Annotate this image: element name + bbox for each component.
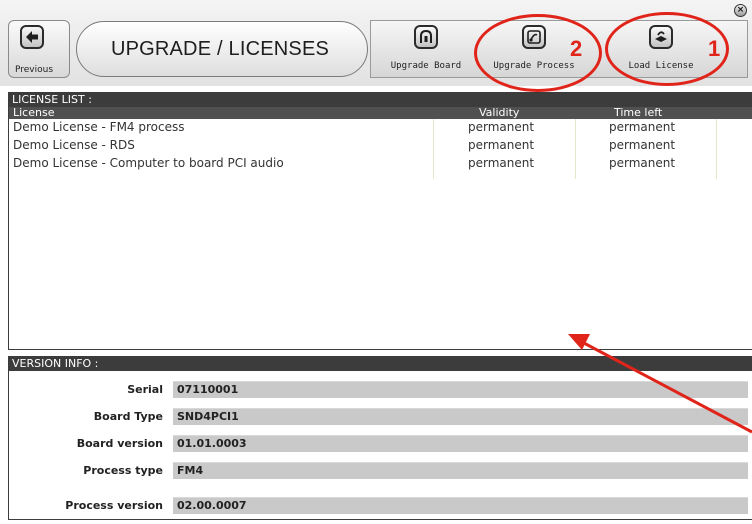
license-icon xyxy=(649,25,673,49)
license-list-header: LICENSE LIST : xyxy=(9,93,752,107)
serial-label: Serial xyxy=(127,383,163,396)
annotation-number-1: 1 xyxy=(708,36,721,61)
upgrade-board-label: Upgrade Board xyxy=(390,61,462,71)
load-license-label: Load License xyxy=(628,61,694,71)
process-type-label: Process type xyxy=(83,464,163,477)
load-license-button[interactable]: Load License xyxy=(611,21,711,77)
version-row-serial: Serial 07110001 xyxy=(9,381,752,399)
process-version-value: 02.00.0007 xyxy=(173,497,748,514)
column-time-left[interactable]: Time left xyxy=(614,106,662,119)
license-validity: permanent xyxy=(468,156,535,170)
process-type-value: FM4 xyxy=(173,462,748,479)
license-name: Demo License - Computer to board PCI aud… xyxy=(13,156,284,170)
license-time-left: permanent xyxy=(609,156,676,170)
process-icon xyxy=(522,25,546,49)
previous-button[interactable]: Previous xyxy=(8,20,70,78)
license-column-headers: License Validity Time left xyxy=(9,106,752,119)
arrow-left-icon xyxy=(20,25,44,49)
license-name: Demo License - FM4 process xyxy=(13,120,185,134)
license-name: Demo License - RDS xyxy=(13,138,135,152)
license-validity: permanent xyxy=(468,120,535,134)
board-version-value: 01.01.0003 xyxy=(173,435,748,452)
toolbar: Previous UPGRADE / LICENSES Upgrade Boar… xyxy=(0,0,752,86)
board-type-label: Board Type xyxy=(93,410,163,423)
license-time-left: permanent xyxy=(609,138,676,152)
version-row-board-version: Board version 01.01.0003 xyxy=(9,435,752,453)
column-license[interactable]: License xyxy=(13,106,54,119)
license-validity: permanent xyxy=(468,138,535,152)
page-title: UPGRADE / LICENSES xyxy=(110,37,330,60)
license-row[interactable]: Demo License - Computer to board PCI aud… xyxy=(9,155,752,173)
version-info-panel: VERSION INFO : Serial 07110001 Board Typ… xyxy=(8,356,752,520)
version-row-process-type: Process type FM4 xyxy=(9,462,752,480)
license-time-left: permanent xyxy=(609,120,676,134)
board-type-value: SND4PCI1 xyxy=(173,408,748,425)
version-info-header: VERSION INFO : xyxy=(9,357,752,371)
license-row[interactable]: Demo License - RDS permanent permanent xyxy=(9,137,752,155)
page-title-pill: UPGRADE / LICENSES xyxy=(76,21,368,77)
annotation-number-2: 2 xyxy=(570,36,583,61)
previous-label: Previous xyxy=(15,65,54,75)
version-row-process-version: Process version 02.00.0007 xyxy=(9,497,752,515)
board-icon xyxy=(414,25,438,49)
process-version-label: Process version xyxy=(65,499,163,512)
license-row[interactable]: Demo License - FM4 process permanent per… xyxy=(9,119,752,137)
column-validity[interactable]: Validity xyxy=(479,106,519,119)
close-icon[interactable]: × xyxy=(734,4,747,17)
board-version-label: Board version xyxy=(76,437,163,450)
license-list-panel: LICENSE LIST : License Validity Time lef… xyxy=(8,92,752,350)
version-row-board-type: Board Type SND4PCI1 xyxy=(9,408,752,426)
serial-value: 07110001 xyxy=(173,381,748,398)
tool-strip: Upgrade Board Upgrade Process Load Licen… xyxy=(370,20,748,78)
upgrade-process-label: Upgrade Process xyxy=(493,61,575,71)
upgrade-board-button[interactable]: Upgrade Board xyxy=(379,21,473,77)
